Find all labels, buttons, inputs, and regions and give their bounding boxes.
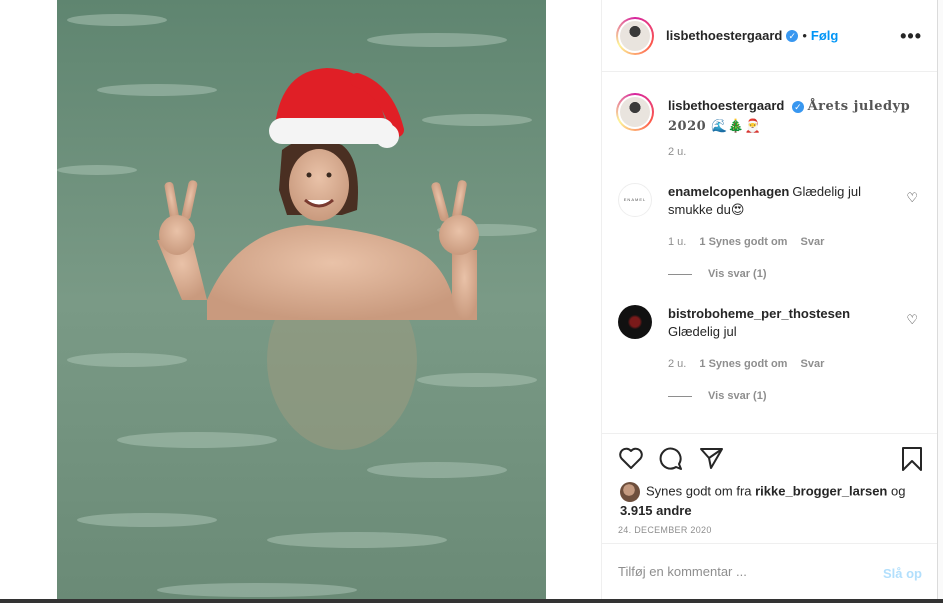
author-avatar[interactable] <box>616 16 654 55</box>
comment-timestamp[interactable]: 2 u. <box>668 358 686 370</box>
comment-meta: 2 u. 1 Synes godt om Svar <box>668 358 834 370</box>
view-replies-button[interactable]: Vis svar (1) <box>668 390 767 402</box>
liker-avatar[interactable] <box>620 482 640 502</box>
post-details-panel: lisbethoestergaard ✓ • Følg ••• lisbetho… <box>601 0 938 603</box>
separator-dot: • <box>802 28 807 43</box>
view-replies-label: Vis svar (1) <box>708 268 767 280</box>
likes-joiner: og <box>890 483 906 499</box>
comment-text: Glædelig jul <box>668 324 737 339</box>
window-edge <box>937 0 943 603</box>
likes-count[interactable]: 3.915 andre <box>620 503 692 518</box>
liker-username[interactable]: rikke_brogger_larsen <box>755 483 887 498</box>
verified-badge-icon: ✓ <box>791 100 804 113</box>
comment-likes-count[interactable]: 1 Synes godt om <box>699 358 787 370</box>
more-options-icon[interactable]: ••• <box>900 26 922 47</box>
like-comment-heart-icon[interactable]: ♡ <box>906 190 918 206</box>
likes-prefix: Synes godt om fra <box>646 483 752 499</box>
share-paper-plane-icon[interactable] <box>699 446 725 470</box>
caption-username[interactable]: lisbethoestergaard <box>668 98 784 113</box>
post-header: lisbethoestergaard ✓ • Følg ••• <box>602 0 938 72</box>
reply-button[interactable]: Svar <box>801 358 825 370</box>
post-image[interactable] <box>57 0 546 603</box>
comments-list[interactable]: lisbethoestergaard ✓ Årets juledyp 2020 … <box>602 73 938 433</box>
commenter-avatar[interactable]: ENAMEL <box>618 183 652 217</box>
reply-button[interactable]: Svar <box>801 236 825 248</box>
comment-bubble-icon[interactable] <box>658 446 684 470</box>
like-heart-icon[interactable] <box>618 446 644 470</box>
caption-avatar[interactable] <box>616 93 654 131</box>
follow-button[interactable]: Følg <box>811 28 838 43</box>
comment-meta: 1 u. 1 Synes godt om Svar <box>668 236 834 248</box>
commenter-username[interactable]: enamelcopenhagen <box>668 184 789 199</box>
caption-timestamp[interactable]: 2 u. <box>668 146 686 158</box>
commenter-avatar[interactable] <box>618 305 652 339</box>
view-replies-label: Vis svar (1) <box>708 390 767 402</box>
divider-line <box>668 395 692 397</box>
window-edge-bottom <box>0 599 943 603</box>
comment-timestamp[interactable]: 1 u. <box>668 236 686 248</box>
post-comment-button[interactable]: Slå op <box>883 566 922 581</box>
add-comment-bar: Slå op <box>602 543 938 601</box>
post-actions: Synes godt om fra rikke_brogger_larsen o… <box>602 433 938 543</box>
likes-summary: Synes godt om fra rikke_brogger_larsen o… <box>620 482 920 520</box>
like-comment-heart-icon[interactable]: ♡ <box>906 312 918 328</box>
post-date[interactable]: 24. DECEMBER 2020 <box>618 525 712 535</box>
save-bookmark-icon[interactable] <box>900 446 924 472</box>
photo-swimmer-in-water <box>57 0 546 603</box>
comment-likes-count[interactable]: 1 Synes godt om <box>699 236 787 248</box>
comment-input[interactable] <box>618 564 858 579</box>
author-username[interactable]: lisbethoestergaard <box>666 28 782 43</box>
view-replies-button[interactable]: Vis svar (1) <box>668 268 767 280</box>
commenter-username[interactable]: bistroboheme_per_thostesen <box>668 306 850 321</box>
divider-line <box>668 273 692 275</box>
verified-badge-icon: ✓ <box>786 29 799 42</box>
